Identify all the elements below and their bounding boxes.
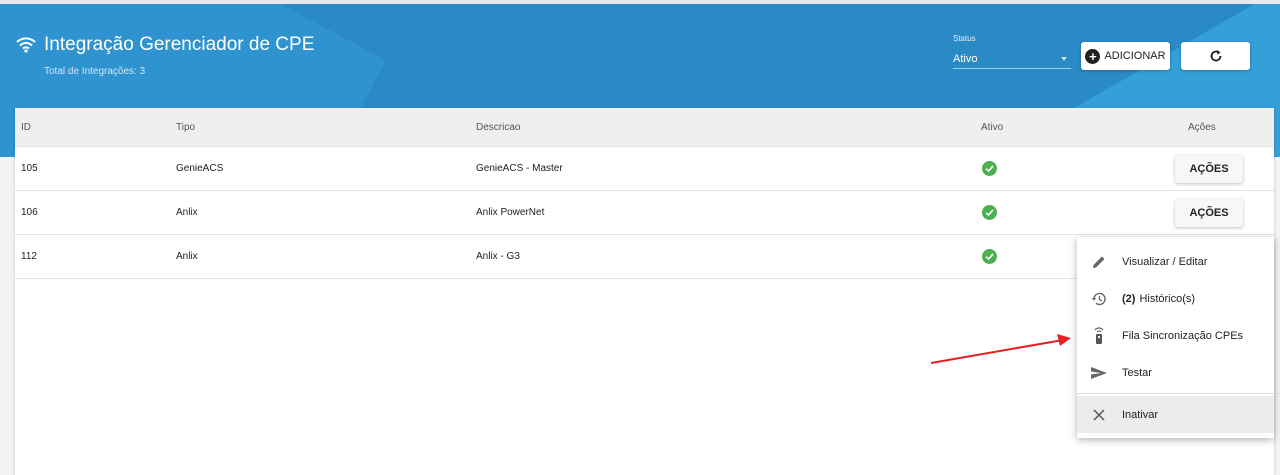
router-icon: [1090, 326, 1108, 345]
row-tipo: Anlix: [176, 251, 198, 262]
col-ativo: Ativo: [981, 121, 1004, 133]
table-row: 106 Anlix Anlix PowerNet AÇÕES: [15, 191, 1274, 235]
status-label: Status: [953, 34, 976, 43]
row-tipo: Anlix: [176, 207, 198, 218]
check-circle-icon: [982, 161, 997, 176]
title-row: Integração Gerenciador de CPE: [16, 34, 314, 56]
row-id: 106: [21, 207, 38, 218]
menu-item-label: Testar: [1122, 366, 1152, 379]
row-id: 105: [21, 163, 38, 174]
chevron-down-icon: [1061, 56, 1067, 61]
send-icon: [1090, 364, 1108, 382]
status-value: Ativo: [953, 52, 978, 65]
menu-item-label: Fila Sincronização CPEs: [1122, 329, 1244, 342]
refresh-icon: [1210, 50, 1221, 62]
wifi-icon: [16, 37, 36, 53]
refresh-button[interactable]: [1181, 42, 1250, 70]
check-circle-icon: [982, 205, 997, 220]
history-count: (2): [1122, 292, 1136, 305]
pencil-icon: [1090, 253, 1108, 271]
row-descricao: Anlix - G3: [476, 251, 520, 262]
row-id: 112: [21, 251, 37, 262]
close-icon: [1090, 406, 1108, 424]
table-row: 105 GenieACS GenieACS - Master AÇÕES: [15, 147, 1274, 191]
col-acoes: Ações: [1188, 121, 1216, 133]
status-select[interactable]: Ativo: [953, 49, 1071, 69]
actions-menu: Visualizar / Editar (2) Histórico(s) Fil…: [1077, 237, 1274, 438]
status-filter[interactable]: Status Ativo: [953, 34, 1071, 69]
check-circle-icon: [982, 249, 997, 264]
row-tipo: GenieACS: [176, 163, 224, 174]
menu-item-label: Histórico(s): [1139, 292, 1196, 305]
row-descricao: Anlix PowerNet: [476, 207, 545, 218]
add-button[interactable]: + ADICIONAR: [1081, 42, 1170, 70]
red-arrow-annotation: [930, 334, 1071, 364]
col-id: ID: [21, 121, 31, 133]
menu-item-sync-queue[interactable]: Fila Sincronização CPEs: [1077, 317, 1274, 354]
table-header: ID Tipo Descricao Ativo Ações: [15, 108, 1274, 147]
menu-item-test[interactable]: Testar: [1077, 354, 1274, 391]
actions-button[interactable]: AÇÕES: [1175, 154, 1243, 183]
add-button-label: ADICIONAR: [1104, 50, 1166, 62]
col-descricao: Descricao: [476, 121, 521, 133]
actions-button[interactable]: AÇÕES: [1175, 198, 1243, 227]
page-title: Integração Gerenciador de CPE: [44, 34, 315, 55]
menu-divider: [1077, 393, 1274, 394]
menu-item-deactivate[interactable]: Inativar: [1077, 396, 1274, 433]
menu-item-label: Inativar: [1122, 408, 1159, 421]
menu-item-history[interactable]: (2) Histórico(s): [1077, 280, 1274, 317]
menu-item-view-edit[interactable]: Visualizar / Editar: [1077, 243, 1274, 280]
integration-count: Total de Integrações: 3: [44, 66, 146, 77]
row-descricao: GenieACS - Master: [476, 163, 563, 174]
col-tipo: Tipo: [176, 121, 196, 133]
menu-item-label: Visualizar / Editar: [1122, 255, 1208, 268]
history-icon: [1090, 290, 1108, 308]
add-circle-icon: +: [1085, 48, 1101, 64]
